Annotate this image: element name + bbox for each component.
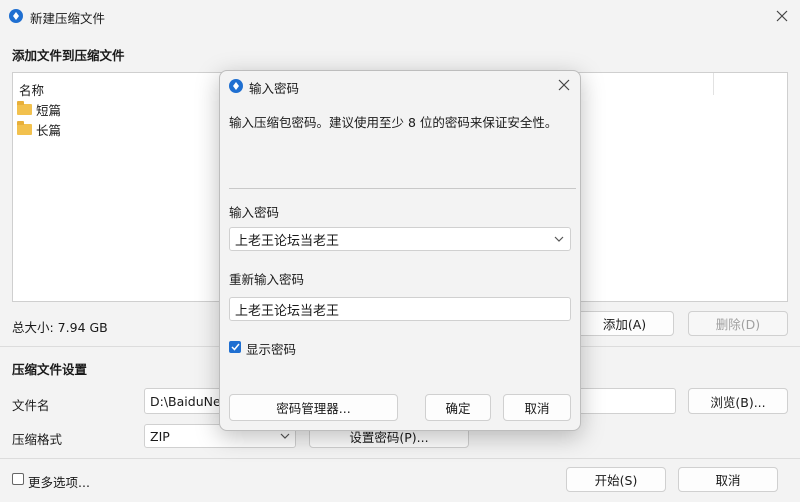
dialog-title: 输入密码 <box>249 81 300 96</box>
folder-icon <box>17 101 32 115</box>
show-password-label[interactable]: 显示密码 <box>246 339 296 358</box>
password-value: 上老王论坛当老王 <box>235 233 340 249</box>
total-size-text: 总大小: 7.94 GB <box>12 320 108 335</box>
column-divider <box>713 73 714 95</box>
ok-button[interactable]: 确定 <box>425 394 491 421</box>
add-files-section-title: 添加文件到压缩文件 <box>12 48 125 63</box>
list-header-name[interactable]: 名称 <box>19 80 44 99</box>
add-button[interactable]: 添加(A) <box>575 311 674 336</box>
start-button[interactable]: 开始(S) <box>566 467 666 492</box>
app-logo-icon <box>229 79 243 93</box>
app-logo-icon <box>9 9 23 23</box>
password-label: 输入密码 <box>229 205 280 220</box>
cancel-button[interactable]: 取消 <box>678 467 778 492</box>
dialog-divider <box>229 188 576 189</box>
filename-value: D:\BaiduNet <box>150 393 226 409</box>
more-options-checkbox[interactable] <box>12 473 24 485</box>
list-item-label: 短篇 <box>36 103 62 118</box>
show-password-checkbox[interactable] <box>229 341 241 353</box>
dialog-description: 输入压缩包密码。建议使用至少 8 位的密码来保证安全性。 <box>229 115 558 130</box>
reenter-password-value: 上老王论坛当老王 <box>235 303 340 319</box>
reenter-password-label: 重新输入密码 <box>229 272 305 287</box>
chevron-down-icon[interactable] <box>554 236 564 242</box>
checkmark-icon <box>230 343 240 351</box>
list-item[interactable]: 长篇 <box>17 120 61 139</box>
password-input[interactable]: 上老王论坛当老王 <box>229 227 571 251</box>
format-label: 压缩格式 <box>12 432 63 447</box>
footer-divider <box>0 458 800 459</box>
chevron-down-icon <box>280 433 290 439</box>
format-value: ZIP <box>150 428 170 444</box>
password-manager-button[interactable]: 密码管理器... <box>229 394 398 421</box>
close-icon[interactable] <box>555 76 573 94</box>
folder-icon <box>17 121 32 135</box>
dialog-cancel-button[interactable]: 取消 <box>503 394 571 421</box>
more-options-label[interactable]: 更多选项... <box>28 472 90 491</box>
list-item[interactable]: 短篇 <box>17 100 61 119</box>
password-dialog: 输入密码 输入压缩包密码。建议使用至少 8 位的密码来保证安全性。 输入密码 上… <box>219 70 581 431</box>
close-icon[interactable] <box>773 7 791 25</box>
remove-button[interactable]: 删除(D) <box>688 311 788 336</box>
reenter-password-input[interactable]: 上老王论坛当老王 <box>229 297 571 321</box>
compress-settings-title: 压缩文件设置 <box>12 362 88 377</box>
list-item-label: 长篇 <box>36 123 62 138</box>
browse-button[interactable]: 浏览(B)... <box>688 388 788 414</box>
filename-label: 文件名 <box>12 398 50 413</box>
window-title: 新建压缩文件 <box>30 11 106 26</box>
